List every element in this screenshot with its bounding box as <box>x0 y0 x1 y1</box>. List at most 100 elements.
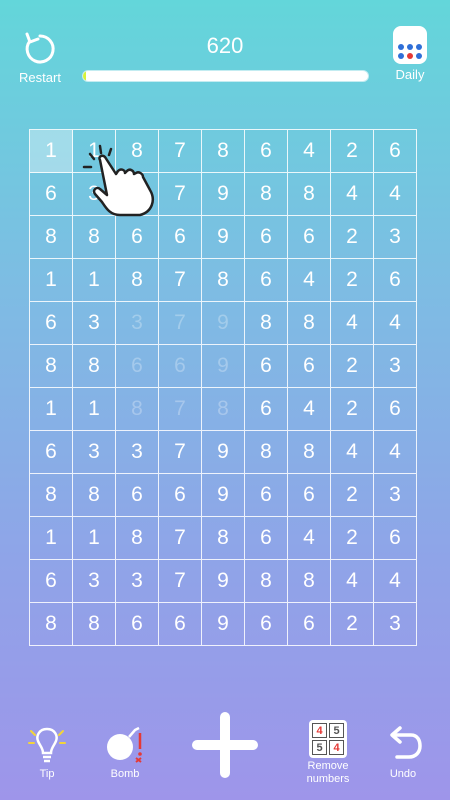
grid-cell[interactable]: 8 <box>73 474 116 517</box>
grid-cell[interactable]: 4 <box>288 259 331 302</box>
grid-cell[interactable]: 6 <box>288 474 331 517</box>
grid-cell[interactable]: 7 <box>159 560 202 603</box>
grid-cell[interactable]: 6 <box>245 388 288 431</box>
grid-cell[interactable]: 4 <box>331 560 374 603</box>
grid-cell[interactable]: 2 <box>331 603 374 646</box>
grid-cell[interactable]: 8 <box>245 431 288 474</box>
grid-cell[interactable]: 9 <box>202 560 245 603</box>
grid-cell[interactable]: 6 <box>374 130 417 173</box>
grid-cell[interactable]: 4 <box>288 388 331 431</box>
grid-cell[interactable]: 8 <box>245 173 288 216</box>
grid-cell[interactable]: 4 <box>374 560 417 603</box>
grid-cell[interactable]: 8 <box>245 560 288 603</box>
grid-cell[interactable]: 6 <box>288 216 331 259</box>
grid-cell[interactable]: 6 <box>159 216 202 259</box>
grid-cell[interactable]: 4 <box>331 302 374 345</box>
grid-cell[interactable]: 7 <box>159 517 202 560</box>
grid-cell[interactable]: 6 <box>245 517 288 560</box>
grid-cell[interactable]: 8 <box>30 345 73 388</box>
grid-cell[interactable]: 6 <box>374 259 417 302</box>
grid-cell[interactable]: 6 <box>245 474 288 517</box>
grid-cell[interactable]: 8 <box>288 431 331 474</box>
bomb-button[interactable]: Bomb <box>100 725 150 781</box>
grid-cell[interactable]: 9 <box>202 431 245 474</box>
grid-cell[interactable]: 6 <box>116 474 159 517</box>
grid-cell[interactable]: 7 <box>159 388 202 431</box>
grid-cell[interactable]: 3 <box>374 603 417 646</box>
grid-cell[interactable]: 6 <box>30 431 73 474</box>
grid-cell[interactable]: 9 <box>202 216 245 259</box>
grid-cell[interactable]: 1 <box>30 130 73 173</box>
grid-cell[interactable]: 3 <box>73 302 116 345</box>
grid-cell[interactable]: 8 <box>288 173 331 216</box>
grid-cell[interactable]: 8 <box>202 388 245 431</box>
add-numbers-button[interactable] <box>192 712 258 778</box>
grid-cell[interactable]: 8 <box>30 474 73 517</box>
grid-cell[interactable]: 6 <box>245 130 288 173</box>
grid-cell[interactable]: 4 <box>288 130 331 173</box>
grid-cell[interactable]: 3 <box>116 302 159 345</box>
grid-cell[interactable]: 6 <box>30 560 73 603</box>
grid-cell[interactable]: 6 <box>288 345 331 388</box>
grid-cell[interactable]: 2 <box>331 474 374 517</box>
grid-cell[interactable]: 6 <box>116 603 159 646</box>
grid-cell[interactable]: 9 <box>202 474 245 517</box>
undo-button[interactable]: Undo <box>378 725 428 781</box>
grid-cell[interactable]: 6 <box>159 345 202 388</box>
grid-cell[interactable]: 3 <box>374 474 417 517</box>
grid-cell[interactable]: 4 <box>374 431 417 474</box>
grid-cell[interactable]: 6 <box>245 216 288 259</box>
grid-cell[interactable]: 7 <box>159 302 202 345</box>
grid-cell[interactable]: 7 <box>159 173 202 216</box>
grid-cell[interactable]: 6 <box>159 474 202 517</box>
tip-button[interactable]: Tip <box>22 725 72 781</box>
grid-cell[interactable]: 1 <box>73 517 116 560</box>
grid-cell[interactable]: 8 <box>116 388 159 431</box>
grid-cell[interactable]: 8 <box>73 603 116 646</box>
grid-cell[interactable]: 2 <box>331 130 374 173</box>
grid-cell[interactable]: 3 <box>116 560 159 603</box>
grid-cell[interactable]: 3 <box>116 173 159 216</box>
grid-cell[interactable]: 1 <box>73 388 116 431</box>
grid-cell[interactable]: 6 <box>159 603 202 646</box>
grid-cell[interactable]: 6 <box>374 517 417 560</box>
grid-cell[interactable]: 4 <box>331 431 374 474</box>
grid-cell[interactable]: 6 <box>288 603 331 646</box>
grid-cell[interactable]: 3 <box>73 173 116 216</box>
grid-cell[interactable]: 6 <box>245 603 288 646</box>
grid-cell[interactable]: 6 <box>245 259 288 302</box>
grid-cell[interactable]: 7 <box>159 431 202 474</box>
grid-cell[interactable]: 6 <box>116 345 159 388</box>
grid-cell[interactable]: 6 <box>30 302 73 345</box>
grid-cell[interactable]: 8 <box>30 603 73 646</box>
grid-cell[interactable]: 2 <box>331 388 374 431</box>
grid-cell[interactable]: 2 <box>331 216 374 259</box>
grid-cell[interactable]: 6 <box>116 216 159 259</box>
grid-cell[interactable]: 2 <box>331 345 374 388</box>
grid-cell[interactable]: 1 <box>73 259 116 302</box>
grid-cell[interactable]: 3 <box>116 431 159 474</box>
grid-cell[interactable]: 8 <box>245 302 288 345</box>
remove-numbers-button[interactable]: 4 5 5 4 Remove numbers <box>298 720 358 786</box>
grid-cell[interactable]: 9 <box>202 345 245 388</box>
grid-cell[interactable]: 8 <box>288 302 331 345</box>
grid-cell[interactable]: 3 <box>374 216 417 259</box>
grid-cell[interactable]: 8 <box>73 216 116 259</box>
grid-cell[interactable]: 1 <box>30 388 73 431</box>
grid-cell[interactable]: 1 <box>30 517 73 560</box>
grid-cell[interactable]: 6 <box>30 173 73 216</box>
grid-cell[interactable]: 4 <box>288 517 331 560</box>
grid-cell[interactable]: 9 <box>202 302 245 345</box>
grid-cell[interactable]: 8 <box>73 345 116 388</box>
grid-cell[interactable]: 8 <box>202 130 245 173</box>
grid-cell[interactable]: 9 <box>202 603 245 646</box>
grid-cell[interactable]: 3 <box>374 345 417 388</box>
grid-cell[interactable]: 4 <box>374 302 417 345</box>
grid-cell[interactable]: 2 <box>331 259 374 302</box>
grid-cell[interactable]: 8 <box>288 560 331 603</box>
grid-cell[interactable]: 8 <box>202 517 245 560</box>
grid-cell[interactable]: 8 <box>116 259 159 302</box>
grid-cell[interactable]: 3 <box>73 431 116 474</box>
grid-cell[interactable]: 6 <box>374 388 417 431</box>
grid-cell[interactable]: 7 <box>159 259 202 302</box>
